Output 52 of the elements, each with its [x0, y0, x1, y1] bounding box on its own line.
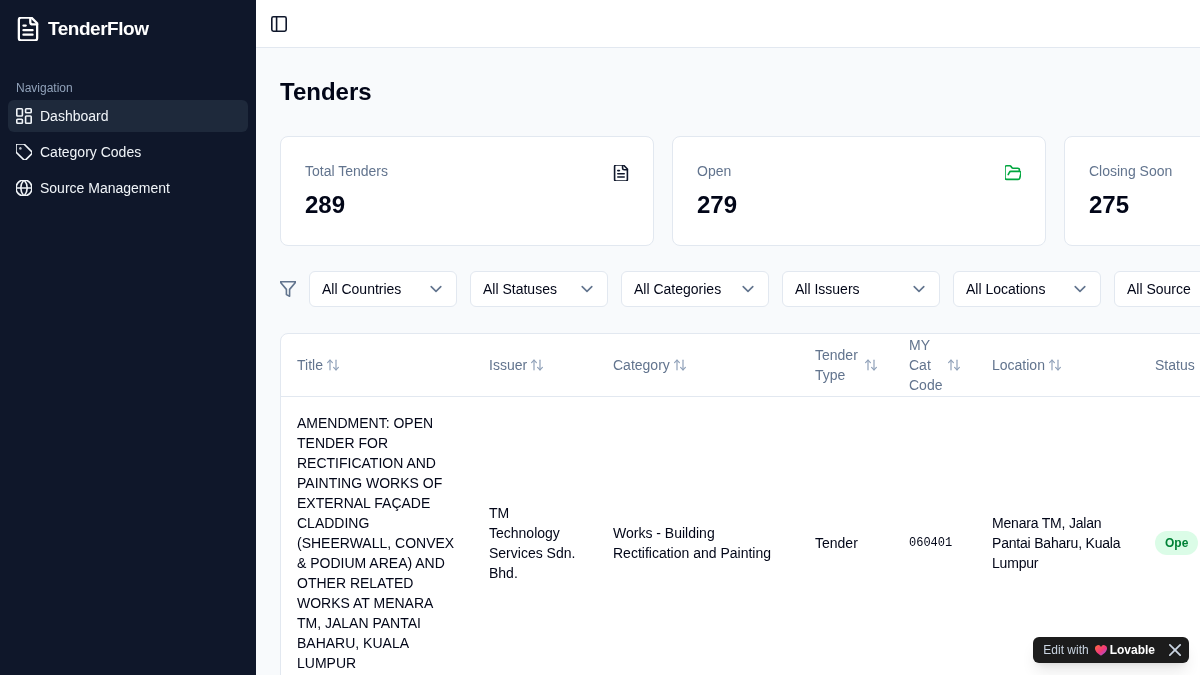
- stat-label: Total Tenders: [305, 162, 388, 181]
- grid-icon: [16, 108, 32, 124]
- badge-label: Edit with: [1043, 642, 1089, 658]
- page-title: Tenders: [280, 77, 372, 107]
- brand-name: Lovable: [1109, 642, 1155, 658]
- sort-icon[interactable]: [865, 358, 877, 371]
- table-cell-text: AMENDMENT: OPEN TENDER FOR RECTIFICATION AND PAINTING WORKS OF EXTERNAL FAÇADE CLADDING (SHEERWALL, CONVEX & PODIUM AREA) AND OTHER RELATED WORKS AT MENARA TM, JALAN PANTAI BAHARU, KUALA LUMPUR: [297, 413, 456, 673]
- stat-value: 275: [1089, 190, 1130, 220]
- tag-icon: [16, 144, 32, 160]
- document-icon: [17, 17, 39, 41]
- filter-dropdown[interactable]: All Issuers: [782, 271, 940, 307]
- folder-icon: [1005, 165, 1021, 181]
- column-header[interactable]: Tender Type: [815, 344, 861, 385]
- stat-label: Closing Soon: [1089, 162, 1173, 181]
- table-cell-text: TM Technology Services Sdn. Bhd.: [489, 503, 577, 583]
- panel-icon: [271, 15, 287, 32]
- filter-dropdown[interactable]: All Locations: [953, 271, 1101, 307]
- column-header[interactable]: Status: [1155, 354, 1195, 375]
- stat-label: Open: [697, 162, 732, 181]
- filter-dropdown[interactable]: All Countries: [309, 271, 457, 307]
- stat-value: 289: [305, 190, 346, 220]
- filter-icon: [280, 281, 296, 297]
- sort-icon[interactable]: [531, 358, 544, 371]
- edit-with-badge[interactable]: Edit with Lovable: [1033, 637, 1189, 663]
- column-header[interactable]: Title: [297, 354, 323, 375]
- table-cell-text: 060401: [909, 534, 954, 552]
- heart-icon: [1094, 644, 1107, 656]
- table-cell-text: Tender: [815, 533, 859, 553]
- sort-icon[interactable]: [1048, 358, 1061, 371]
- section-label: Navigation: [16, 80, 73, 96]
- filter-dropdown[interactable]: All Categories: [621, 271, 769, 307]
- table-cell-text: Works - Building Rectification and Painting: [613, 523, 772, 563]
- status-badge: Ope: [1155, 531, 1199, 555]
- column-header[interactable]: MY Cat Code: [909, 334, 944, 395]
- nav-item[interactable]: Category Codes: [8, 136, 248, 168]
- column-header[interactable]: Category: [613, 354, 670, 375]
- column-header[interactable]: Issuer: [489, 354, 528, 375]
- close-icon: [1169, 644, 1181, 656]
- document-icon: [613, 165, 629, 181]
- stat-value: 279: [697, 190, 738, 220]
- close-button[interactable]: [1169, 644, 1181, 656]
- sort-icon[interactable]: [673, 358, 686, 371]
- sort-icon[interactable]: [948, 358, 960, 371]
- brand-name: TenderFlow: [48, 16, 149, 41]
- table-cell-text: Menara TM, Jalan Pantai Baharu, Kuala Lumpur: [992, 513, 1122, 573]
- column-header[interactable]: Location: [992, 354, 1045, 375]
- sort-icon[interactable]: [326, 358, 339, 371]
- nav-item[interactable]: Source Management: [8, 172, 248, 204]
- globe-icon: [16, 180, 32, 196]
- filter-dropdown[interactable]: All Source: [1114, 271, 1200, 307]
- filter-dropdown[interactable]: All Statuses: [470, 271, 608, 307]
- nav-item[interactable]: Dashboard: [8, 100, 248, 132]
